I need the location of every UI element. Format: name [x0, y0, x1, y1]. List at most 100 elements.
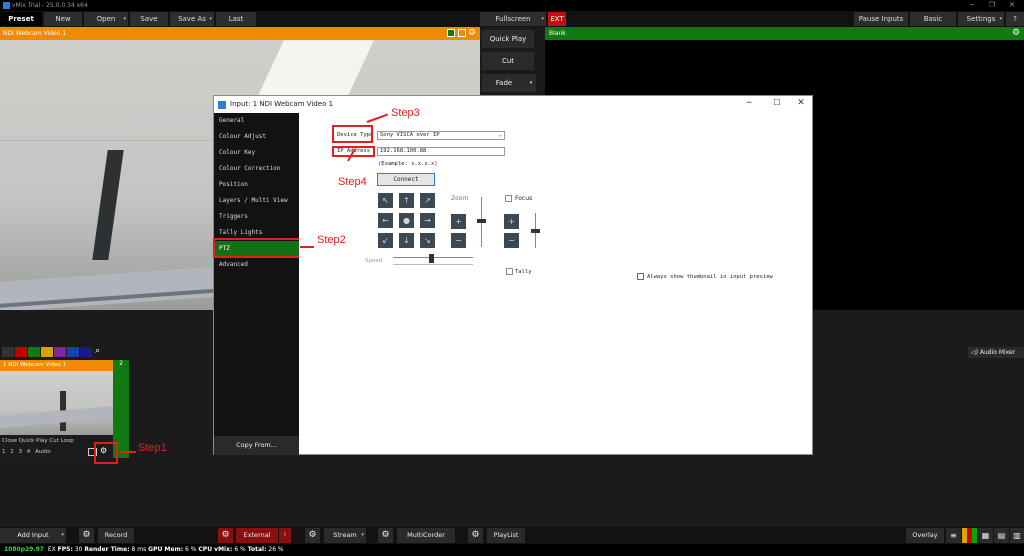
- pan-left-button[interactable]: ←: [378, 213, 393, 228]
- nav-general[interactable]: General: [214, 113, 299, 129]
- gear-icon[interactable]: ⚙: [305, 528, 320, 543]
- color-swatch[interactable]: [15, 347, 27, 357]
- fullscreen-button[interactable]: Fullscreen ▾: [480, 12, 546, 26]
- external-button[interactable]: External: [236, 528, 278, 543]
- nav-colour-adjust[interactable]: Colour Adjust: [214, 129, 299, 145]
- minimize-icon[interactable]: ─: [742, 98, 756, 110]
- audio-button[interactable]: Audio: [35, 449, 51, 455]
- restore-icon[interactable]: ❐: [982, 0, 1002, 11]
- pan-down-button[interactable]: ↓: [399, 233, 414, 248]
- settings-button[interactable]: Settings ▾: [958, 12, 1004, 26]
- meter-icon[interactable]: [962, 528, 977, 543]
- tally-checkbox[interactable]: [506, 268, 513, 275]
- info-icon[interactable]: i: [279, 528, 291, 543]
- focus-near-button[interactable]: +: [504, 214, 519, 229]
- record-button[interactable]: Record: [98, 528, 134, 543]
- quick-play-control[interactable]: Quick Play: [19, 438, 48, 444]
- maximize-icon[interactable]: ☐: [770, 98, 784, 110]
- input-2-number: 2: [119, 360, 123, 367]
- copy-from-button[interactable]: Copy From...: [214, 436, 299, 455]
- color-swatch[interactable]: [80, 347, 92, 357]
- pause-inputs-button[interactable]: Pause Inputs: [854, 12, 908, 26]
- chevron-down-icon: ▾: [123, 16, 126, 22]
- ext-button[interactable]: EXT: [548, 12, 566, 26]
- quick-play-button[interactable]: Quick Play: [482, 30, 534, 48]
- pan-up-right-button[interactable]: ↗: [420, 193, 435, 208]
- help-button[interactable]: ?: [1006, 12, 1024, 26]
- fade-button[interactable]: Fade: [482, 74, 526, 92]
- close-control[interactable]: Close: [2, 438, 17, 444]
- color-swatch[interactable]: [54, 347, 66, 357]
- gear-icon[interactable]: ⚙: [218, 528, 233, 543]
- basic-button[interactable]: Basic: [910, 12, 956, 26]
- loop-control[interactable]: Loop: [61, 438, 74, 444]
- gear-icon[interactable]: ⚙: [1012, 27, 1024, 40]
- focus-checkbox[interactable]: [505, 195, 512, 202]
- overlay-button[interactable]: Overlay: [906, 528, 944, 543]
- gear-icon[interactable]: ⚙: [378, 528, 393, 543]
- save-button[interactable]: Save: [130, 12, 168, 26]
- zoom-speed-slider[interactable]: [477, 219, 486, 223]
- search-icon[interactable]: ⌕: [95, 346, 107, 358]
- ip-address-input[interactable]: 192.168.100.88: [377, 147, 505, 156]
- grid-view-icon[interactable]: ▦: [978, 528, 993, 543]
- nav-position[interactable]: Position: [214, 177, 299, 193]
- ip-example: (Example: x.x.x.x): [378, 161, 438, 167]
- list-view-icon[interactable]: ≡: [946, 528, 961, 543]
- focus-far-button[interactable]: −: [504, 233, 519, 248]
- nav-layers-multi-view[interactable]: Layers / Multi View: [214, 193, 299, 209]
- zoom-in-button[interactable]: +: [451, 214, 466, 229]
- thumbnail-icon[interactable]: [458, 29, 466, 37]
- add-input-button[interactable]: Add Input ▾: [0, 528, 66, 543]
- color-swatch[interactable]: [2, 347, 14, 357]
- color-icon[interactable]: [447, 29, 455, 37]
- save-as-button[interactable]: Save As ▾: [170, 12, 214, 26]
- pan-down-left-button[interactable]: ↙: [378, 233, 393, 248]
- pan-right-button[interactable]: →: [420, 213, 435, 228]
- connect-button[interactable]: Connect: [377, 173, 435, 186]
- overlay-4-button[interactable]: 4: [27, 449, 31, 455]
- nav-triggers[interactable]: Triggers: [214, 209, 299, 225]
- playlist-button[interactable]: PlayList: [487, 528, 525, 543]
- audio-mixer-button[interactable]: ◁) Audio Mixer: [968, 347, 1024, 358]
- pan-up-button[interactable]: ↑: [399, 193, 414, 208]
- layout-icon[interactable]: ▥: [1010, 528, 1024, 543]
- stream-button[interactable]: Stream ▾: [324, 528, 366, 543]
- open-button[interactable]: Open ▾: [84, 12, 128, 26]
- color-swatch[interactable]: [28, 347, 40, 357]
- chevron-down-icon: ▾: [361, 532, 364, 538]
- gear-icon[interactable]: ⚙: [468, 528, 483, 543]
- last-button[interactable]: Last: [216, 12, 256, 26]
- pan-up-left-button[interactable]: ↖: [378, 193, 393, 208]
- program-header: Blank: [545, 27, 1024, 40]
- preset-button[interactable]: Preset: [0, 12, 42, 26]
- cpu-value: 6 %: [234, 546, 246, 553]
- nav-colour-correction[interactable]: Colour Correction: [214, 161, 299, 177]
- minimize-icon[interactable]: ─: [962, 0, 982, 11]
- gear-icon[interactable]: ⚙: [468, 27, 479, 40]
- nav-advanced[interactable]: Advanced: [214, 257, 299, 273]
- home-button[interactable]: ●: [399, 213, 414, 228]
- gear-icon[interactable]: ⚙: [79, 528, 94, 543]
- close-icon[interactable]: ✕: [794, 98, 808, 110]
- new-button[interactable]: New: [44, 12, 82, 26]
- zoom-out-button[interactable]: −: [451, 233, 466, 248]
- speed-slider[interactable]: [429, 254, 434, 263]
- cut-button[interactable]: Cut: [482, 52, 534, 70]
- color-swatch[interactable]: [67, 347, 79, 357]
- multicorder-button[interactable]: MultiCorder: [397, 528, 455, 543]
- nav-colour-key[interactable]: Colour Key: [214, 145, 299, 161]
- pan-down-right-button[interactable]: ↘: [420, 233, 435, 248]
- focus-speed-slider[interactable]: [531, 229, 540, 233]
- overlay-3-button[interactable]: 3: [19, 449, 23, 455]
- device-type-select[interactable]: Sony VISCA over IP ⌄: [377, 131, 505, 140]
- cut-control[interactable]: Cut: [49, 438, 58, 444]
- color-swatch[interactable]: [41, 347, 53, 357]
- device-type-value: Sony VISCA over IP: [380, 132, 440, 138]
- overlay-1-button[interactable]: 1: [2, 449, 6, 455]
- multiview-icon[interactable]: ▤: [994, 528, 1009, 543]
- thumbnail-checkbox[interactable]: [637, 273, 644, 280]
- chevron-down-icon[interactable]: ▾: [526, 74, 536, 92]
- overlay-2-button[interactable]: 2: [10, 449, 14, 455]
- close-icon[interactable]: ✕: [1002, 0, 1022, 11]
